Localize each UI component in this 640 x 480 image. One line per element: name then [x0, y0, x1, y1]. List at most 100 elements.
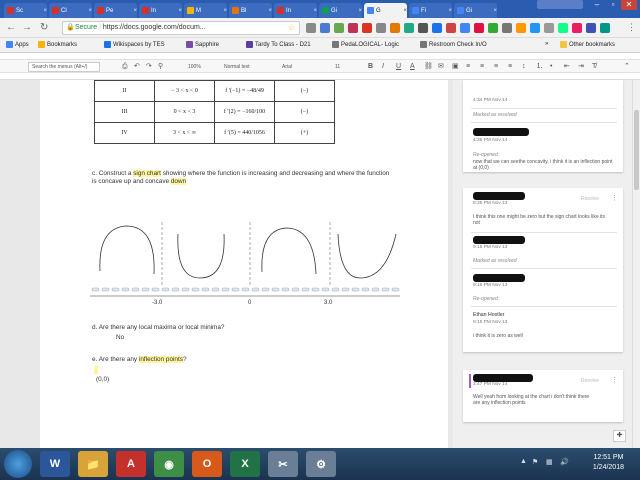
flag-icon[interactable]: ⚑	[532, 458, 538, 466]
browser-tab[interactable]: G ×	[364, 3, 407, 18]
extension-icon[interactable]	[376, 23, 386, 33]
comment-icon[interactable]: ✉	[438, 62, 444, 72]
paint-format-icon[interactable]: ⚲	[158, 62, 163, 72]
vertical-scrollbar[interactable]	[632, 80, 640, 448]
extension-icon[interactable]	[516, 23, 526, 33]
profile-button[interactable]	[537, 0, 583, 9]
tab-close-icon[interactable]: ×	[448, 8, 452, 14]
maximize-icon[interactable]: ▫	[605, 0, 621, 10]
extension-icon[interactable]	[334, 23, 344, 33]
tab-close-icon[interactable]: ×	[358, 8, 362, 14]
taskbar-app-icon[interactable]: 📁	[78, 451, 108, 477]
other-bookmarks[interactable]: Other bookmarks	[560, 41, 615, 48]
resolve-button[interactable]: Resolve	[581, 196, 599, 202]
comment-thread-1[interactable]: 4:34 PM Nov 14 Marked as resolved 4:35 P…	[463, 80, 623, 172]
scrollbar-thumb[interactable]	[634, 110, 639, 190]
taskbar-app-icon[interactable]: A	[116, 451, 146, 477]
decrease-indent-icon[interactable]: ⇤	[564, 62, 570, 72]
sign-chart-drawing[interactable]: -3.0 0 3.0	[90, 216, 410, 306]
italic-button[interactable]: I	[382, 62, 384, 72]
zoom-select[interactable]: 100%	[188, 62, 201, 72]
extension-icon[interactable]	[404, 23, 414, 33]
volume-icon[interactable]: 🔊	[560, 458, 569, 466]
taskbar-app-icon[interactable]: ◉	[154, 451, 184, 477]
clear-format-icon[interactable]: T̸	[592, 62, 596, 72]
browser-tab[interactable]: Gi ×	[319, 3, 362, 18]
text-color-button[interactable]: A	[410, 62, 415, 72]
bookmark-item[interactable]: Restroom Check In/O	[420, 41, 487, 48]
increase-indent-icon[interactable]: ⇥	[578, 62, 584, 72]
tab-close-icon[interactable]: ×	[178, 8, 182, 14]
more-options-icon[interactable]: ⋮	[611, 194, 618, 202]
taskbar-app-icon[interactable]: ⚙	[306, 451, 336, 477]
star-icon[interactable]: ☆	[288, 23, 295, 32]
system-clock[interactable]: 12:51 PM 1/24/2018	[593, 453, 624, 473]
align-right-icon[interactable]: ≡	[494, 62, 498, 72]
extension-icon[interactable]	[600, 23, 610, 33]
browser-tab[interactable]: Fi ×	[409, 3, 452, 18]
bookmark-item[interactable]: Bookmarks	[38, 41, 77, 48]
browser-tab[interactable]: In ×	[139, 3, 182, 18]
tab-close-icon[interactable]: ×	[88, 8, 92, 14]
back-icon[interactable]: ←	[6, 22, 16, 33]
underline-button[interactable]: U	[396, 62, 401, 72]
extension-icon[interactable]	[306, 23, 316, 33]
browser-tab[interactable]: Sc ×	[4, 3, 47, 18]
redo-icon[interactable]: ↷	[146, 62, 152, 72]
extension-icon[interactable]	[418, 23, 428, 33]
line-spacing-icon[interactable]: ↕	[522, 62, 526, 72]
comment-anchor-highlight[interactable]	[94, 366, 98, 374]
align-center-icon[interactable]: ≡	[480, 62, 484, 72]
collapse-icon[interactable]: ⌃	[624, 62, 630, 72]
tab-close-icon[interactable]: ×	[268, 8, 272, 14]
tab-close-icon[interactable]: ×	[223, 8, 227, 14]
document-page[interactable]: II − 3 < x < 0f ′(−1) = −48/49 (−) III 0 < x…	[40, 80, 448, 448]
extension-icon[interactable]	[488, 23, 498, 33]
taskbar-app-icon[interactable]: X	[230, 451, 260, 477]
url-field[interactable]: 🔒 Secure | https://docs.google.com/docum…	[62, 21, 300, 35]
taskbar-app-icon[interactable]: O	[192, 451, 222, 477]
bookmark-item[interactable]: Sapphire	[186, 41, 219, 48]
browser-tab[interactable]: Gi ×	[454, 3, 497, 18]
comment-thread-2[interactable]: 8:35 PM Nov 13 Resolve ⋮ I think this on…	[463, 188, 623, 352]
extension-icon[interactable]	[320, 23, 330, 33]
menu-icon[interactable]: ⋮	[627, 22, 636, 33]
more-bookmarks[interactable]: »	[545, 41, 548, 47]
tab-close-icon[interactable]: ×	[133, 8, 137, 14]
extension-icon[interactable]	[474, 23, 484, 33]
taskbar-app-icon[interactable]: W	[40, 451, 70, 477]
bookmark-item[interactable]: Wikispaces by TES	[104, 41, 165, 48]
tab-close-icon[interactable]: ×	[493, 8, 497, 14]
apps-bookmark[interactable]: Apps	[6, 41, 29, 48]
network-icon[interactable]: ▦	[546, 458, 553, 466]
tab-close-icon[interactable]: ×	[403, 8, 407, 14]
numbered-list-icon[interactable]: ⒈	[536, 62, 543, 72]
bookmark-item[interactable]: Tardy To Class - D21	[246, 41, 311, 48]
resolve-button[interactable]: Resolve	[581, 378, 599, 384]
start-button[interactable]	[4, 450, 32, 478]
search-menus-input[interactable]: Search the menus (Alt+/)	[28, 62, 100, 72]
comment-thread-3[interactable]: 3:47 PM Nov 14 Resolve ⋮ Well yeah from …	[463, 370, 623, 422]
forward-icon[interactable]: →	[22, 22, 32, 33]
reload-icon[interactable]: ↻	[40, 22, 48, 33]
font-select[interactable]: Arial	[282, 62, 292, 72]
extension-icon[interactable]	[432, 23, 442, 33]
extension-icon[interactable]	[558, 23, 568, 33]
tab-close-icon[interactable]: ×	[313, 8, 317, 14]
tray-expand-icon[interactable]: ▲	[520, 458, 527, 465]
tab-close-icon[interactable]: ×	[43, 8, 47, 14]
bulleted-list-icon[interactable]: •	[550, 62, 552, 72]
browser-tab[interactable]: In ×	[274, 3, 317, 18]
extension-icon[interactable]	[446, 23, 456, 33]
browser-tab[interactable]: Pe ×	[94, 3, 137, 18]
link-icon[interactable]: ⛓	[424, 62, 433, 72]
adblock-icon[interactable]	[362, 23, 372, 33]
extension-icon[interactable]	[544, 23, 554, 33]
minimize-icon[interactable]: –	[589, 0, 605, 10]
highlight-down[interactable]: down	[170, 178, 187, 185]
extension-icon[interactable]	[502, 23, 512, 33]
extension-icon[interactable]	[460, 23, 470, 33]
style-select[interactable]: Normal text	[224, 62, 250, 72]
extension-icon[interactable]	[530, 23, 540, 33]
browser-tab[interactable]: Bl ×	[229, 3, 272, 18]
